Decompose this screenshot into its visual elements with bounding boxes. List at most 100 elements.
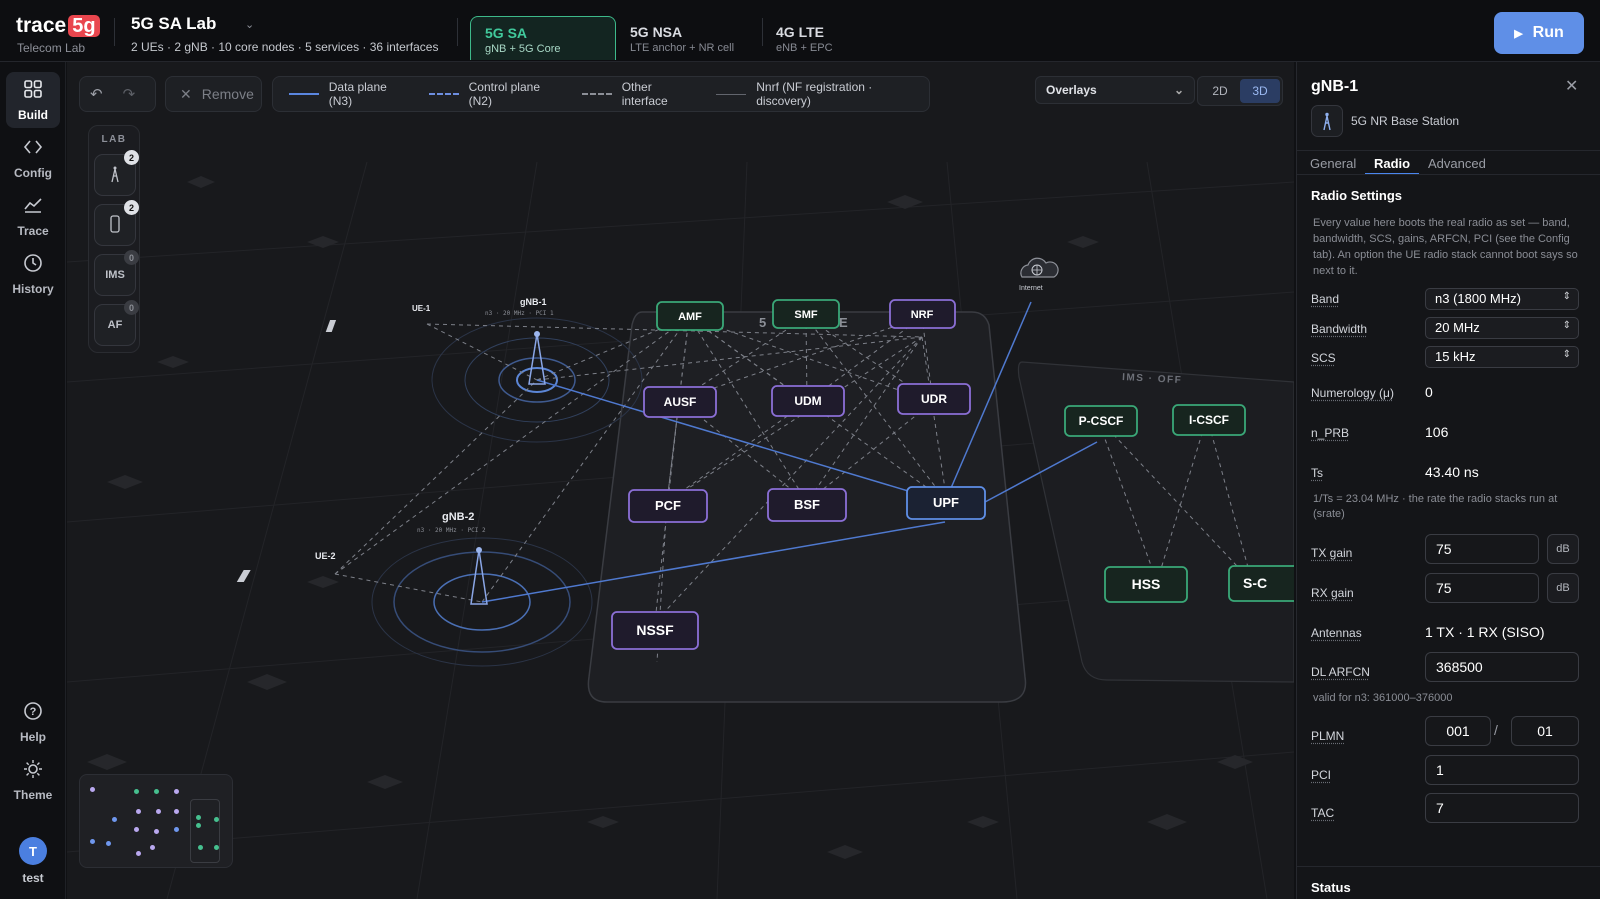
node-p-cscf[interactable]: P-CSCF — [1064, 405, 1138, 437]
node-s-cscf[interactable]: S-C — [1228, 565, 1294, 602]
solid-line-icon — [289, 93, 319, 95]
minimap-dot — [174, 789, 179, 794]
rx-gain-label: RX gain — [1311, 586, 1354, 600]
remove-button[interactable]: ✕ Remove — [165, 76, 262, 112]
view-3d-button[interactable]: 3D — [1240, 79, 1280, 103]
minimap-dot — [90, 787, 95, 792]
pci-input[interactable]: 1 — [1425, 755, 1579, 785]
brand-logo[interactable]: trace 5g — [16, 14, 100, 38]
network-canvas[interactable]: IMS · OFF gNB-1 n3 · 20 MHz · PCI 1 gNB-… — [67, 62, 1294, 899]
rx-gain-input[interactable]: 75 — [1425, 573, 1539, 603]
ue1-device[interactable] — [325, 320, 337, 332]
node-smf[interactable]: SMF — [772, 299, 840, 329]
nav-config[interactable]: Config — [6, 130, 60, 186]
tab-advanced[interactable]: Advanced — [1419, 154, 1495, 173]
mode-tab-5g-nsa[interactable]: 5G NSA LTE anchor + NR cell — [616, 16, 760, 60]
section-title: Radio Settings — [1311, 188, 1403, 203]
plmn-mcc-input[interactable]: 001 — [1425, 716, 1491, 746]
internet-cloud-icon[interactable] — [1020, 257, 1059, 278]
overlays-dropdown[interactable]: Overlays ⌄ — [1035, 76, 1195, 104]
node-nrf[interactable]: NRF — [889, 299, 956, 329]
avatar[interactable]: T — [19, 837, 47, 865]
mode-tab-5g-sa[interactable]: 5G SA gNB + 5G Core — [470, 16, 616, 60]
scs-select[interactable]: 15 kHz ⇕ — [1425, 346, 1579, 368]
ue2-device[interactable] — [236, 570, 251, 582]
plmn-mnc-input[interactable]: 01 — [1511, 716, 1579, 746]
node-i-cscf[interactable]: I-CSCF — [1172, 404, 1246, 436]
nav-trace[interactable]: Trace — [6, 188, 60, 244]
lab-item-ue[interactable]: 2 — [94, 200, 139, 246]
lab-item-ims[interactable]: IMS 0 — [94, 250, 139, 296]
plmn-separator: / — [1494, 722, 1498, 738]
nav-help[interactable]: ? Help — [6, 694, 60, 750]
nav-label: Config — [14, 165, 52, 180]
nav-label: Trace — [17, 223, 49, 238]
core-label-fragment: 5 — [759, 315, 766, 330]
mode-tab-label: 5G NSA — [630, 24, 683, 40]
legend-item: Data plane (N3) — [289, 80, 413, 108]
node-udm[interactable]: UDM — [771, 385, 845, 417]
thin-line-icon — [716, 93, 747, 95]
mode-tab-4g-lte[interactable]: 4G LTE eNB + EPC — [762, 16, 882, 60]
run-button[interactable]: ▶ Run — [1494, 12, 1584, 54]
ts-note: 1/Ts = 23.04 MHz · the rate the radio st… — [1313, 493, 1558, 520]
nav-label: History — [12, 281, 54, 296]
view-2d-button[interactable]: 2D — [1200, 79, 1240, 103]
bandwidth-select[interactable]: 20 MHz ⇕ — [1425, 317, 1579, 339]
node-label: PCF — [655, 498, 681, 513]
lab-item-af[interactable]: AF 0 — [94, 300, 139, 346]
gnb2-label: gNB-2 — [442, 511, 474, 523]
undo-icon[interactable]: ↶ — [80, 85, 113, 103]
node-label: HSS — [1132, 576, 1161, 592]
minimap[interactable] — [79, 774, 233, 868]
close-icon[interactable]: ✕ — [1565, 76, 1578, 96]
nav-label: Theme — [13, 787, 53, 802]
left-sidebar: Build Config Trace History ? Help Theme — [0, 62, 66, 899]
lab-palette: LAB 2 2 IMS 0 AF 0 — [88, 125, 140, 353]
node-ausf[interactable]: AUSF — [643, 386, 717, 418]
node-bsf[interactable]: BSF — [767, 488, 847, 522]
minimap-dot — [154, 789, 159, 794]
lab-item-label: IMS — [105, 269, 125, 281]
chevron-down-icon[interactable]: ⌄ — [245, 18, 254, 31]
node-hss[interactable]: HSS — [1104, 566, 1188, 603]
nprb-value: 106 — [1425, 424, 1449, 440]
minimap-dot — [136, 809, 141, 814]
tab-radio[interactable]: Radio — [1365, 154, 1420, 175]
divider — [1297, 174, 1600, 175]
minimap-dot — [106, 841, 111, 846]
divider — [457, 18, 458, 46]
phone-icon — [109, 214, 121, 236]
lab-item-gnb[interactable]: 2 — [94, 150, 139, 196]
node-amf[interactable]: AMF — [656, 301, 724, 331]
svg-text:?: ? — [30, 706, 37, 718]
band-label: Band — [1311, 292, 1340, 306]
minimap-viewport[interactable] — [190, 799, 220, 863]
project-title[interactable]: 5G SA Lab — [131, 14, 216, 34]
legend-label: Control plane (N2) — [468, 80, 540, 108]
overlays-label: Overlays — [1046, 83, 1097, 97]
divider — [1297, 866, 1600, 867]
panel-subtitle: 5G NR Base Station — [1351, 114, 1460, 128]
ue2-label: UE-2 — [315, 551, 336, 561]
band-select[interactable]: n3 (1800 MHz) ⇕ — [1425, 288, 1579, 310]
node-udr[interactable]: UDR — [897, 383, 971, 415]
node-label: AMF — [678, 311, 702, 323]
node-upf[interactable]: UPF — [906, 486, 986, 520]
nav-build[interactable]: Build — [6, 72, 60, 128]
redo-icon[interactable]: ↷ — [113, 85, 146, 103]
tac-input[interactable]: 7 — [1425, 793, 1579, 823]
antennas-value: 1 TX · 1 RX (SISO) — [1425, 624, 1545, 640]
ue1-label: UE-1 — [412, 304, 431, 313]
nav-theme[interactable]: Theme — [6, 752, 60, 808]
nav-history[interactable]: History — [6, 246, 60, 302]
play-icon: ▶ — [1514, 27, 1523, 40]
node-pcf[interactable]: PCF — [628, 489, 708, 523]
node-nssf[interactable]: NSSF — [611, 611, 699, 650]
scs-label: SCS — [1311, 351, 1336, 365]
gnb2-info: n3 · 20 MHz · PCI 2 — [417, 527, 486, 534]
dl-arfcn-input[interactable]: 368500 — [1425, 652, 1579, 682]
tx-gain-input[interactable]: 75 — [1425, 534, 1539, 564]
numerology-label: Numerology (μ) — [1311, 386, 1394, 400]
tab-general[interactable]: General — [1301, 154, 1365, 173]
